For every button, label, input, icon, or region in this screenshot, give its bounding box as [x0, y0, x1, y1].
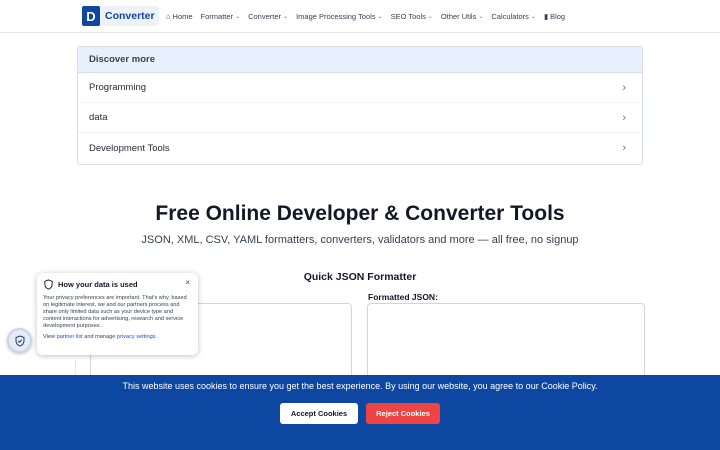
cookie-consent-bar: This website uses cookies to ensure you … — [0, 375, 720, 450]
privacy-foot-middle: and manage — [82, 333, 117, 340]
reject-cookies-button[interactable]: Reject Cookies — [366, 403, 440, 424]
discover-more-panel: Discover more Programming › data › Devel… — [77, 46, 643, 165]
chevron-down-icon: ⌄ — [283, 13, 289, 20]
nav-item-blog[interactable]: ▮ Blog — [544, 12, 565, 21]
nav-item-label: Image Processing Tools — [296, 11, 376, 21]
discover-more-title: Discover more — [78, 47, 642, 73]
book-icon: ▮ — [543, 11, 549, 21]
privacy-foot-suffix: . — [155, 333, 158, 340]
chevron-down-icon: ⌄ — [478, 13, 484, 20]
chevron-down-icon: ⌄ — [235, 13, 241, 20]
formatted-json-label: Formatted JSON: — [368, 292, 438, 302]
shield-icon — [44, 279, 53, 290]
shield-check-icon — [15, 334, 24, 347]
nav-item-label: Formatter — [200, 11, 234, 21]
page-title: Free Online Developer & Converter Tools — [155, 202, 565, 225]
top-navbar: D Converter ⌂ Home Formatter ⌄ Converter… — [0, 0, 720, 33]
chevron-down-icon: ⌄ — [377, 13, 383, 20]
nav-item-converter[interactable]: Converter ⌄ — [248, 12, 288, 21]
privacy-notice-title: How your data is used — [58, 280, 138, 289]
discover-item-label: Programming — [89, 82, 147, 93]
nav-item-label: Home — [172, 11, 193, 21]
brand-name: Converter — [105, 10, 155, 22]
accept-cookies-button[interactable]: Accept Cookies — [280, 403, 358, 424]
home-icon: ⌂ — [166, 11, 171, 21]
close-icon[interactable]: × — [185, 278, 190, 287]
nav-item-calculators[interactable]: Calculators ⌄ — [491, 12, 536, 21]
nav-item-label: Converter — [248, 11, 282, 21]
discover-item-data[interactable]: data › — [78, 103, 642, 133]
chevron-right-icon: › — [622, 111, 626, 124]
chevron-right-icon: › — [622, 81, 626, 94]
privacy-notice-header: How your data is used — [43, 279, 192, 290]
privacy-notice-footer: View partner list and manage privacy set… — [43, 334, 192, 340]
privacy-notice-popup: How your data is used × Your privacy pre… — [37, 273, 198, 355]
privacy-foot-prefix: View — [43, 333, 57, 340]
cookie-consent-text: This website uses cookies to ensure you … — [122, 381, 598, 391]
nav-item-home[interactable]: ⌂ Home — [166, 12, 193, 21]
discover-item-label: data — [89, 112, 108, 123]
brand-mark: D — [82, 6, 100, 26]
nav-item-label: Blog — [550, 11, 566, 21]
nav-item-label: SEO Tools — [390, 11, 426, 21]
chevron-right-icon: › — [622, 142, 626, 154]
page-subtitle: JSON, XML, CSV, YAML formatters, convert… — [141, 234, 579, 246]
discover-item-label: Development Tools — [89, 142, 170, 154]
chevron-down-icon: ⌄ — [427, 13, 433, 20]
privacy-settings-link[interactable]: privacy settings — [117, 334, 156, 340]
chevron-down-icon: ⌄ — [530, 13, 536, 20]
nav-item-formatter[interactable]: Formatter ⌄ — [201, 12, 241, 21]
discover-item-programming[interactable]: Programming › — [78, 73, 642, 103]
nav-item-image-processing[interactable]: Image Processing Tools ⌄ — [296, 12, 383, 21]
discover-item-development-tools[interactable]: Development Tools › — [78, 133, 642, 163]
nav-item-seo-tools[interactable]: SEO Tools ⌄ — [391, 12, 433, 21]
brand-logo-link[interactable]: D Converter — [82, 6, 159, 26]
nav-item-label: Other Utils — [440, 11, 477, 21]
partner-list-link[interactable]: partner list — [57, 334, 83, 340]
nav-item-label: Calculators — [491, 11, 529, 21]
nav-item-other-utils[interactable]: Other Utils ⌄ — [441, 12, 483, 21]
nav-menu: ⌂ Home Formatter ⌄ Converter ⌄ Image Pro… — [166, 0, 573, 32]
privacy-notice-body: Your privacy preferences are important. … — [43, 295, 187, 329]
privacy-settings-button[interactable] — [7, 328, 32, 353]
